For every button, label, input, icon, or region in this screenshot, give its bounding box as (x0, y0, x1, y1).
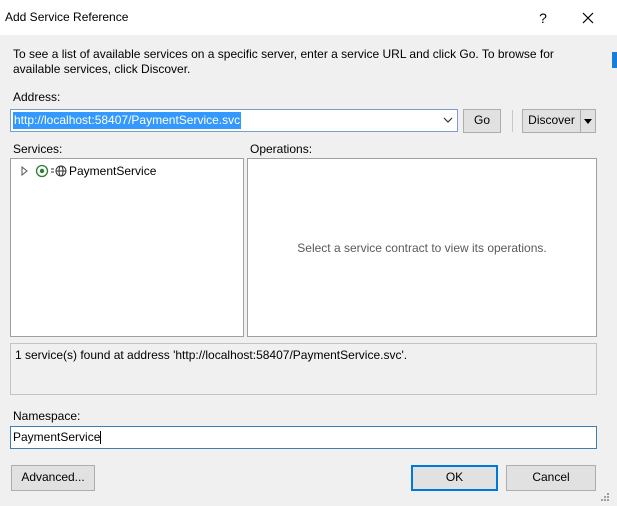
toolbar-separator (512, 110, 513, 132)
address-label: Address: (13, 90, 61, 104)
services-tree[interactable]: PaymentService (10, 158, 244, 337)
resize-grip-icon[interactable] (598, 492, 610, 504)
globe-icon (51, 165, 67, 177)
operations-list[interactable]: Select a service contract to view its op… (247, 158, 597, 337)
dialog-title: Add Service Reference (5, 10, 129, 24)
tree-item-label[interactable]: PaymentService (69, 164, 156, 178)
close-icon (582, 12, 594, 24)
namespace-value: PaymentService (13, 430, 101, 444)
dropdown-arrow-icon (584, 119, 592, 124)
cancel-button[interactable]: Cancel (506, 465, 596, 491)
background-window-edge (612, 52, 617, 68)
description-text: To see a list of available services on a… (13, 47, 554, 76)
status-box: 1 service(s) found at address 'http://lo… (10, 343, 597, 395)
address-combobox[interactable]: http://localhost:58407/PaymentService.sv… (10, 109, 458, 132)
advanced-button[interactable]: Advanced... (11, 465, 95, 491)
expand-arrow-icon[interactable] (21, 166, 29, 176)
namespace-input[interactable]: PaymentService (10, 426, 597, 449)
discover-dropdown-button[interactable] (580, 109, 596, 133)
operations-label: Operations: (250, 142, 313, 156)
text-caret (100, 431, 102, 445)
tree-item-paymentservice[interactable]: PaymentService (21, 163, 221, 179)
status-text: 1 service(s) found at address 'http://lo… (15, 348, 408, 362)
title-bar: Add Service Reference ? (0, 0, 617, 35)
close-button[interactable] (573, 8, 603, 28)
go-button[interactable]: Go (463, 109, 501, 133)
discover-button[interactable]: Discover (522, 109, 581, 133)
namespace-input-value[interactable]: PaymentService (13, 430, 102, 445)
operations-empty-message: Select a service contract to view its op… (297, 241, 547, 255)
help-button[interactable]: ? (528, 8, 558, 28)
ok-button[interactable]: OK (411, 465, 498, 491)
namespace-label: Namespace: (13, 409, 81, 423)
address-value[interactable]: http://localhost:58407/PaymentService.sv… (13, 112, 242, 129)
service-icon (35, 164, 49, 178)
services-label: Services: (13, 142, 63, 156)
chevron-down-icon[interactable] (443, 116, 453, 124)
